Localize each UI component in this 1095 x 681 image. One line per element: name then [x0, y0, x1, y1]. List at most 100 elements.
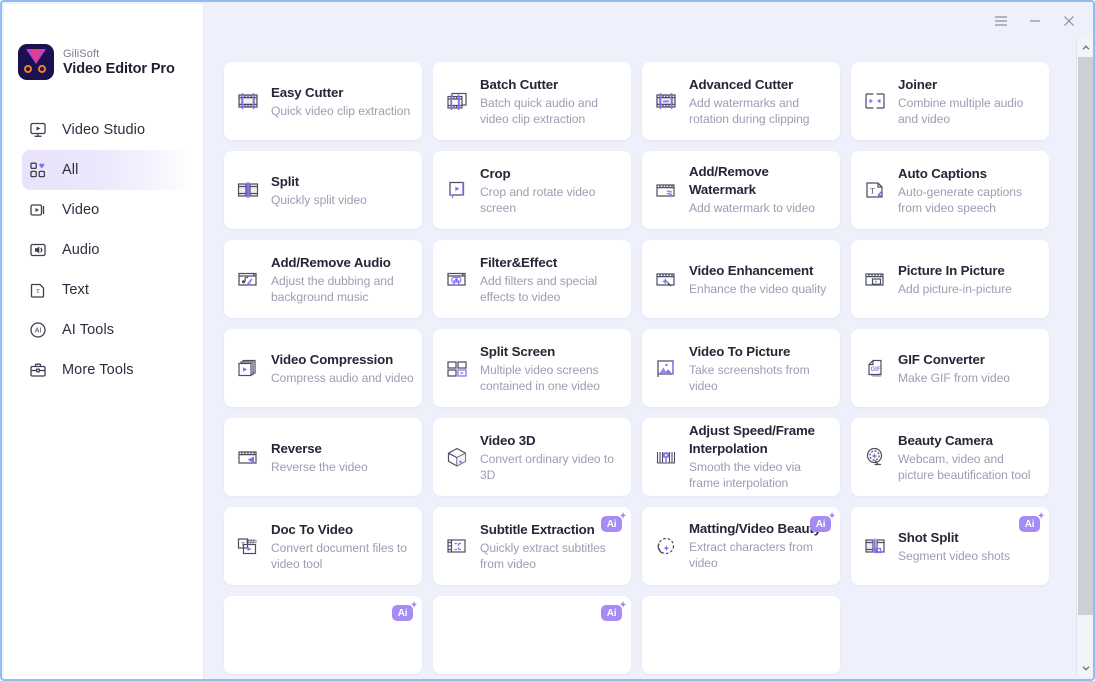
sidebar-item-video-studio[interactable]: Video Studio	[22, 110, 192, 150]
tool-card-desc: Add filters and special effects to video	[480, 274, 598, 304]
tool-card-video-3d[interactable]: Video 3D Convert ordinary video to 3D	[433, 418, 631, 496]
tool-card-doc-to-video[interactable]: T Doc To Video Convert document files to…	[224, 507, 422, 585]
scroll-down-arrow-icon[interactable]	[1077, 658, 1093, 677]
tool-card-add-remove-watermark[interactable]: Add/Remove Watermark Add watermark to vi…	[642, 151, 840, 229]
tool-card-video-to-picture[interactable]: Video To Picture Take screenshots from v…	[642, 329, 840, 407]
cube-3d-icon	[443, 443, 471, 471]
tool-card-adjust-speed-frame-interpolation[interactable]: Adjust Speed/Frame Interpolation Smooth …	[642, 418, 840, 496]
tool-card-partial-3[interactable]	[642, 596, 840, 674]
tool-card-title: Adjust Speed/Frame Interpolation	[689, 423, 815, 456]
tool-card-auto-captions[interactable]: T Auto Captions Auto-generate captions f…	[851, 151, 1049, 229]
tool-card-desc: Adjust the dubbing and background music	[271, 274, 394, 304]
tool-card-easy-cutter[interactable]: Easy Cutter Quick video clip extraction	[224, 62, 422, 140]
tool-card-split-screen[interactable]: Split Screen Multiple video screens cont…	[433, 329, 631, 407]
tool-card-desc: Add picture-in-picture	[898, 282, 1012, 296]
tool-card-beauty-camera[interactable]: Beauty Camera Webcam, video and picture …	[851, 418, 1049, 496]
sidebar-item-label: AI Tools	[62, 322, 115, 338]
tool-card-desc: Make GIF from video	[898, 371, 1010, 385]
sidebar-item-label: Video	[62, 202, 100, 218]
enhance-wand-icon	[652, 265, 680, 293]
brand-name: GiliSoft	[63, 47, 100, 60]
sidebar-item-label: Video Studio	[62, 122, 146, 138]
minimize-icon[interactable]	[1025, 11, 1045, 31]
tool-card-batch-cutter[interactable]: Batch Cutter Batch quick audio and video…	[433, 62, 631, 140]
ai-badge: Ai ✦	[810, 512, 836, 532]
beauty-camera-icon	[861, 443, 889, 471]
speed-frame-icon	[652, 443, 680, 471]
tool-card-title: Shot Split	[898, 530, 959, 545]
tool-card-joiner[interactable]: Joiner Combine multiple audio and video	[851, 62, 1049, 140]
tool-card-desc: Multiple video screens contained in one …	[480, 363, 600, 393]
film-stack-icon	[443, 87, 471, 115]
sidebar-item-more-tools[interactable]: More Tools	[22, 350, 192, 390]
tool-card-desc: Extract characters from video	[689, 540, 813, 570]
sparkle-icon: ✦	[1036, 511, 1045, 522]
tool-card-title: Doc To Video	[271, 522, 353, 537]
sidebar-item-video[interactable]: Video	[22, 190, 192, 230]
ai-badge: Ai ✦	[601, 601, 627, 621]
tool-card-subtitle-extraction[interactable]: Subtitle Extraction Quickly extract subt…	[433, 507, 631, 585]
sidebar: GiliSoft Video Editor Pro Video Studio A…	[4, 4, 204, 679]
tool-card-desc: Combine multiple audio and video	[898, 96, 1024, 126]
svg-text:T: T	[870, 187, 875, 196]
picture-icon	[652, 354, 680, 382]
sidebar-item-text[interactable]: T Text	[22, 270, 192, 310]
ai-badge-label: Ai	[1024, 518, 1035, 530]
tool-card-add-remove-audio[interactable]: Add/Remove Audio Adjust the dubbing and …	[224, 240, 422, 318]
sidebar-item-ai-tools[interactable]: AI AI Tools	[22, 310, 192, 350]
audio-icon	[28, 240, 48, 260]
sparkle-icon: ✦	[618, 600, 627, 611]
tool-card-gif-converter[interactable]: GIF GIF Converter Make GIF from video	[851, 329, 1049, 407]
audio-note-icon	[234, 265, 262, 293]
filter-circles-icon	[443, 265, 471, 293]
sidebar-item-audio[interactable]: Audio	[22, 230, 192, 270]
join-arrows-icon	[861, 87, 889, 115]
sidebar-item-all[interactable]: All	[22, 150, 192, 190]
tool-card-shot-split[interactable]: Shot Split Segment video shots Ai ✦	[851, 507, 1049, 585]
scroll-up-arrow-icon[interactable]	[1077, 38, 1093, 57]
tool-card-desc: Reverse the video	[271, 460, 368, 474]
tool-card-reverse[interactable]: Reverse Reverse the video	[224, 418, 422, 496]
ai-badge: Ai ✦	[392, 601, 418, 621]
tool-card-picture-in-picture[interactable]: Picture In Picture Add picture-in-pictur…	[851, 240, 1049, 318]
tool-card-title: Picture In Picture	[898, 263, 1005, 278]
tool-card-filter-effect[interactable]: Filter&Effect Add filters and special ef…	[433, 240, 631, 318]
tool-card-title: Crop	[480, 166, 511, 181]
tool-card-desc: Webcam, video and picture beautification…	[898, 452, 1031, 482]
tool-card-title: GIF Converter	[898, 352, 985, 367]
text-icon: T	[28, 280, 48, 300]
tool-card-desc: Add watermarks and rotation during clipp…	[689, 96, 810, 126]
vertical-scrollbar[interactable]	[1076, 38, 1093, 677]
hamburger-menu-icon[interactable]	[991, 11, 1011, 31]
titlebar	[933, 4, 1093, 38]
pip-icon	[861, 265, 889, 293]
tool-card-video-compression[interactable]: Video Compression Compress audio and vid…	[224, 329, 422, 407]
split-panels-icon	[234, 176, 262, 204]
tool-card-advanced-cutter[interactable]: Advanced Cutter Add watermarks and rotat…	[642, 62, 840, 140]
captions-icon: T	[861, 176, 889, 204]
tool-card-partial-2[interactable]: Ai ✦	[433, 596, 631, 674]
tool-card-desc: Auto-generate captions from video speech	[898, 185, 1022, 215]
tool-card-partial-1[interactable]: Ai ✦	[224, 596, 422, 674]
gif-icon: GIF	[861, 354, 889, 382]
tool-card-title: Reverse	[271, 441, 322, 456]
tool-card-title: Auto Captions	[898, 166, 987, 181]
video-studio-icon	[28, 120, 48, 140]
doc-video-icon: T	[234, 532, 262, 560]
tool-card-video-enhancement[interactable]: Video Enhancement Enhance the video qual…	[642, 240, 840, 318]
tool-card-title: Add/Remove Watermark	[689, 164, 769, 197]
scrollbar-thumb[interactable]	[1078, 57, 1093, 615]
reverse-icon	[234, 443, 262, 471]
shot-split-icon	[861, 532, 889, 560]
ai-badge: Ai ✦	[1019, 512, 1045, 532]
watermark-icon	[652, 176, 680, 204]
tool-card-desc: Smooth the video via frame interpolation	[689, 460, 801, 490]
sidebar-item-label: More Tools	[62, 362, 134, 378]
tool-card-split[interactable]: Split Quickly split video	[224, 151, 422, 229]
tool-card-desc: Take screenshots from video	[689, 363, 810, 393]
close-icon[interactable]	[1059, 11, 1079, 31]
tool-card-crop[interactable]: Crop Crop and rotate video screen	[433, 151, 631, 229]
tool-card-matting-video-beauty[interactable]: Matting/Video Beauty Extract characters …	[642, 507, 840, 585]
tool-card-title: Joiner	[898, 77, 938, 92]
more-tools-icon	[28, 360, 48, 380]
